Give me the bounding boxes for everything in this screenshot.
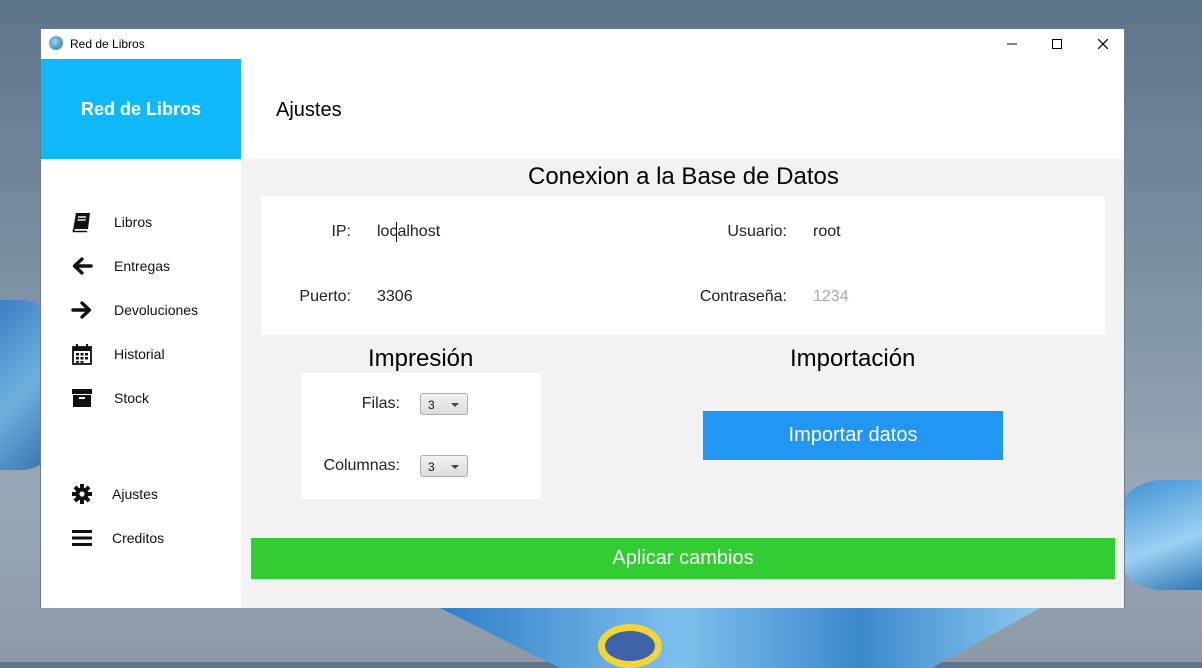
maximize-icon <box>1052 39 1062 49</box>
rows-select-value: 3 <box>428 398 435 412</box>
desktop-wallpaper-jet-wing-right <box>1112 480 1202 590</box>
main-content: Ajustes Conexion a la Base de Datos IP: … <box>241 59 1124 608</box>
gear-icon <box>70 482 94 506</box>
sidebar-item-label: Devoluciones <box>114 302 199 318</box>
apply-changes-button[interactable]: Aplicar cambios <box>251 538 1115 579</box>
ip-label: IP: <box>331 223 351 240</box>
app-icon <box>49 36 63 50</box>
close-button[interactable] <box>1080 29 1126 59</box>
rows-select[interactable]: 3 <box>420 393 468 415</box>
archive-box-icon <box>70 386 94 410</box>
db-connection-panel: IP: localhost Puerto: 3306 Usuario: root… <box>261 196 1105 335</box>
password-input[interactable]: 1234 <box>813 288 1043 310</box>
sidebar-item-label: Libros <box>114 214 153 230</box>
port-input[interactable]: 3306 <box>377 288 607 310</box>
sidebar: Red de Libros Libros Entregas Devolucion… <box>41 59 241 608</box>
rows-label: Filas: <box>361 395 400 412</box>
sidebar-item-label: Ajustes <box>112 486 158 502</box>
title-bar[interactable]: Red de Libros <box>41 29 1124 59</box>
sidebar-item-label: Entregas <box>114 258 171 274</box>
window-title: Red de Libros <box>70 37 145 51</box>
user-input[interactable]: root <box>813 223 1043 245</box>
sidebar-item-devoluciones[interactable]: Devoluciones <box>41 290 241 330</box>
columns-select-value: 3 <box>428 460 435 474</box>
password-label: Contraseña: <box>699 288 787 305</box>
sidebar-item-label: Creditos <box>112 530 165 546</box>
sidebar-item-stock[interactable]: Stock <box>41 378 241 418</box>
chevron-down-icon <box>451 465 459 469</box>
sidebar-item-creditos[interactable]: Creditos <box>41 518 241 558</box>
arrow-left-icon <box>70 254 94 278</box>
close-icon <box>1098 39 1108 49</box>
arrow-right-icon <box>70 298 94 322</box>
port-label: Puerto: <box>299 288 351 305</box>
desktop-wallpaper-roundel <box>598 624 662 668</box>
sidebar-item-label: Stock <box>114 390 150 406</box>
columns-label: Columnas: <box>323 457 400 474</box>
maximize-button[interactable] <box>1034 29 1080 59</box>
minimize-icon <box>1007 43 1017 45</box>
user-label: Usuario: <box>727 223 787 240</box>
import-section-title: Importación <box>790 345 916 372</box>
app-window: Red de Libros Red de Libros Libros Entre… <box>40 28 1125 608</box>
print-section-title: Impresión <box>368 345 474 372</box>
brand-title: Red de Libros <box>80 98 201 119</box>
sidebar-item-entregas[interactable]: Entregas <box>41 246 241 286</box>
page-title: Ajustes <box>276 99 342 121</box>
chevron-down-icon <box>451 403 459 407</box>
print-settings-panel: Filas: 3 Columnas: 3 <box>301 373 541 499</box>
sidebar-item-label: Historial <box>114 346 165 362</box>
import-data-button[interactable]: Importar datos <box>703 411 1003 460</box>
sidebar-item-libros[interactable]: Libros <box>41 202 241 242</box>
menu-bars-icon <box>70 526 94 550</box>
brand-header: Red de Libros <box>41 59 241 159</box>
sidebar-item-ajustes[interactable]: Ajustes <box>41 474 241 514</box>
sidebar-item-historial[interactable]: Historial <box>41 334 241 374</box>
desktop-wallpaper-jet-tail <box>440 608 1040 668</box>
columns-select[interactable]: 3 <box>420 455 468 477</box>
db-section-title: Conexion a la Base de Datos <box>528 163 839 190</box>
minimize-button[interactable] <box>989 29 1035 59</box>
page-header: Ajustes <box>241 59 1124 159</box>
calendar-icon <box>70 342 94 366</box>
book-icon <box>70 210 94 234</box>
ip-input[interactable]: localhost <box>377 223 607 245</box>
